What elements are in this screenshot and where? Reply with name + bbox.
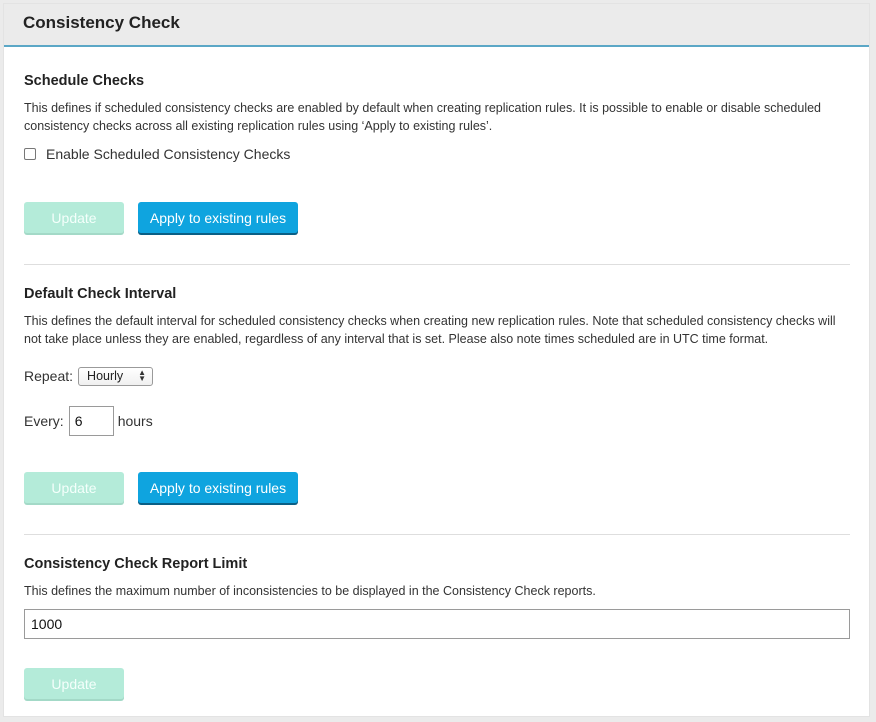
hours-unit-label: hours (117, 413, 153, 429)
select-arrows-icon: ▲ ▼ (138, 368, 147, 383)
schedule-checks-title: Schedule Checks (24, 73, 145, 89)
section-divider (24, 264, 850, 265)
schedule-checks-description: This defines if scheduled consistency ch… (24, 101, 821, 133)
panel-title: Consistency Check (23, 13, 180, 32)
report-limit-description: This defines the maximum number of incon… (24, 584, 596, 598)
every-hours-input[interactable]: 6 (68, 406, 114, 436)
enable-scheduled-checks-label[interactable]: Enable Scheduled Consistency Checks (46, 146, 290, 162)
every-row: Every: 6 hours (24, 406, 153, 436)
schedule-apply-to-existing-button[interactable]: Apply to existing rules (138, 202, 298, 233)
repeat-row: Repeat: Hourly ▲ ▼ (24, 365, 154, 387)
default-check-interval-description: This defines the default interval for sc… (24, 314, 836, 346)
report-limit-input[interactable]: 1000 (24, 609, 850, 639)
enable-scheduled-checks-checkbox[interactable] (24, 148, 36, 160)
interval-update-button[interactable]: Update (24, 472, 124, 503)
report-limit-title: Consistency Check Report Limit (24, 556, 248, 572)
repeat-select-value: Hourly (87, 369, 124, 383)
enable-scheduled-checks-row[interactable]: Enable Scheduled Consistency Checks (24, 145, 290, 163)
report-update-button[interactable]: Update (24, 668, 124, 699)
repeat-select[interactable]: Hourly ▲ ▼ (78, 366, 154, 386)
default-check-interval-title: Default Check Interval (24, 286, 177, 302)
panel-header: Consistency Check (4, 4, 869, 47)
interval-apply-to-existing-button[interactable]: Apply to existing rules (138, 472, 298, 503)
repeat-label: Repeat: (24, 368, 74, 384)
schedule-update-button[interactable]: Update (24, 202, 124, 233)
consistency-check-panel: Consistency Check Schedule Checks This d… (3, 3, 870, 717)
every-label: Every: (24, 413, 64, 429)
section-divider (24, 534, 850, 535)
